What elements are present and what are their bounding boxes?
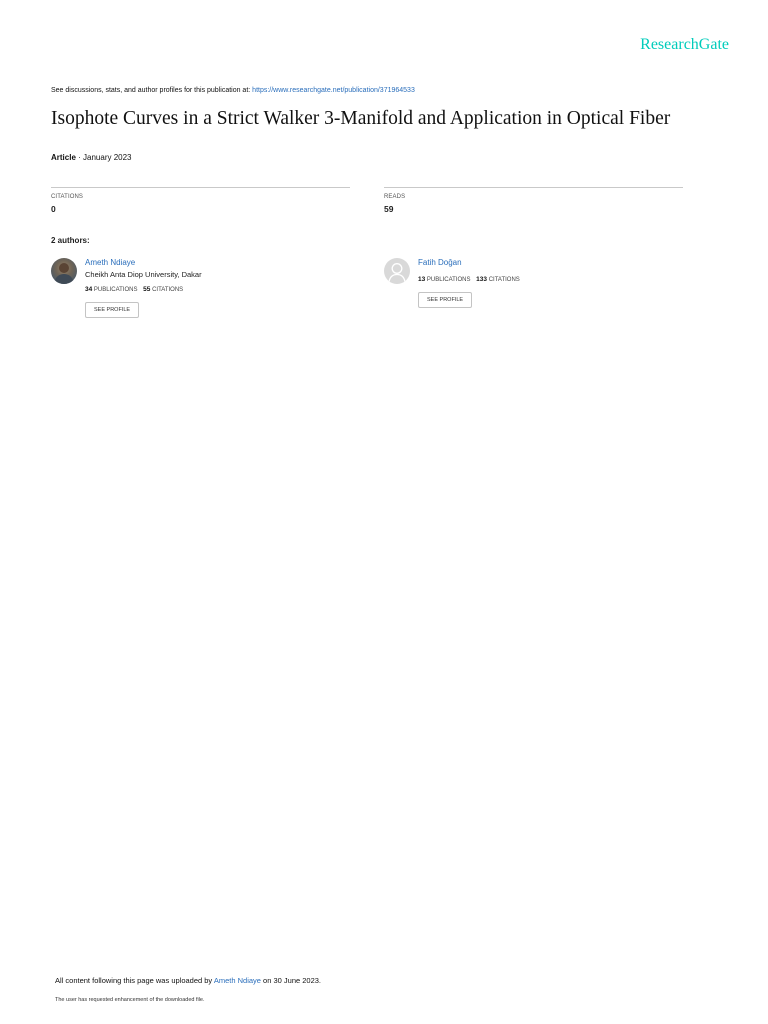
citations-count: 133 [476, 276, 488, 283]
upload-suffix: on 30 June 2023. [260, 976, 322, 985]
citations-label: CITATIONS [152, 287, 184, 293]
citations-count: 55 [143, 286, 151, 293]
author-name-link[interactable]: Ameth Ndiaye [85, 258, 135, 267]
citations-stat: CITATIONS 0 [51, 187, 350, 214]
discussions-prefix: See discussions, stats, and author profi… [51, 87, 253, 94]
reads-label: READS [384, 194, 406, 200]
publications-label: PUBLICATIONS [426, 277, 471, 283]
publication-title: Isophote Curves in a Strict Walker 3-Man… [51, 108, 671, 129]
authors-heading: 2 authors: [51, 236, 90, 245]
citations-label: CITATIONS [488, 277, 520, 283]
publication-url-link[interactable]: https://www.researchgate.net/publication… [252, 87, 415, 94]
reads-stat: READS 59 [384, 187, 683, 214]
article-meta: Article · January 2023 [51, 153, 132, 162]
publications-label: PUBLICATIONS [93, 287, 138, 293]
discussions-line: See discussions, stats, and author profi… [51, 87, 415, 94]
uploader-link[interactable]: Ameth Ndiaye [214, 976, 261, 985]
default-user-icon [388, 263, 406, 283]
author-avatar[interactable] [384, 258, 410, 284]
enhancement-note: The user has requested enhancement of th… [55, 997, 205, 1003]
article-type: Article [51, 153, 76, 162]
reads-value: 59 [384, 204, 394, 214]
citations-label: CITATIONS [51, 194, 84, 200]
person-photo-icon [54, 263, 74, 284]
see-profile-button[interactable]: SEE PROFILE [418, 292, 473, 308]
article-date: · January 2023 [78, 153, 132, 162]
author-avatar[interactable] [51, 258, 77, 284]
author-name-link[interactable]: Fatih Doğan [418, 258, 462, 267]
author-institution: Cheikh Anta Diop University, Dakar [85, 270, 202, 279]
upload-notice: All content following this page was uplo… [55, 976, 321, 985]
author-stats: 34 PUBLICATIONS 55 CITATIONS [85, 286, 183, 293]
upload-prefix: All content following this page was uplo… [55, 976, 214, 985]
publications-count: 13 [418, 276, 426, 283]
citations-value: 0 [51, 204, 56, 214]
see-profile-button[interactable]: SEE PROFILE [85, 302, 140, 318]
researchgate-logo[interactable]: ResearchGate [640, 36, 729, 54]
author-stats: 13 PUBLICATIONS 133 CITATIONS [418, 276, 520, 283]
publications-count: 34 [85, 286, 93, 293]
